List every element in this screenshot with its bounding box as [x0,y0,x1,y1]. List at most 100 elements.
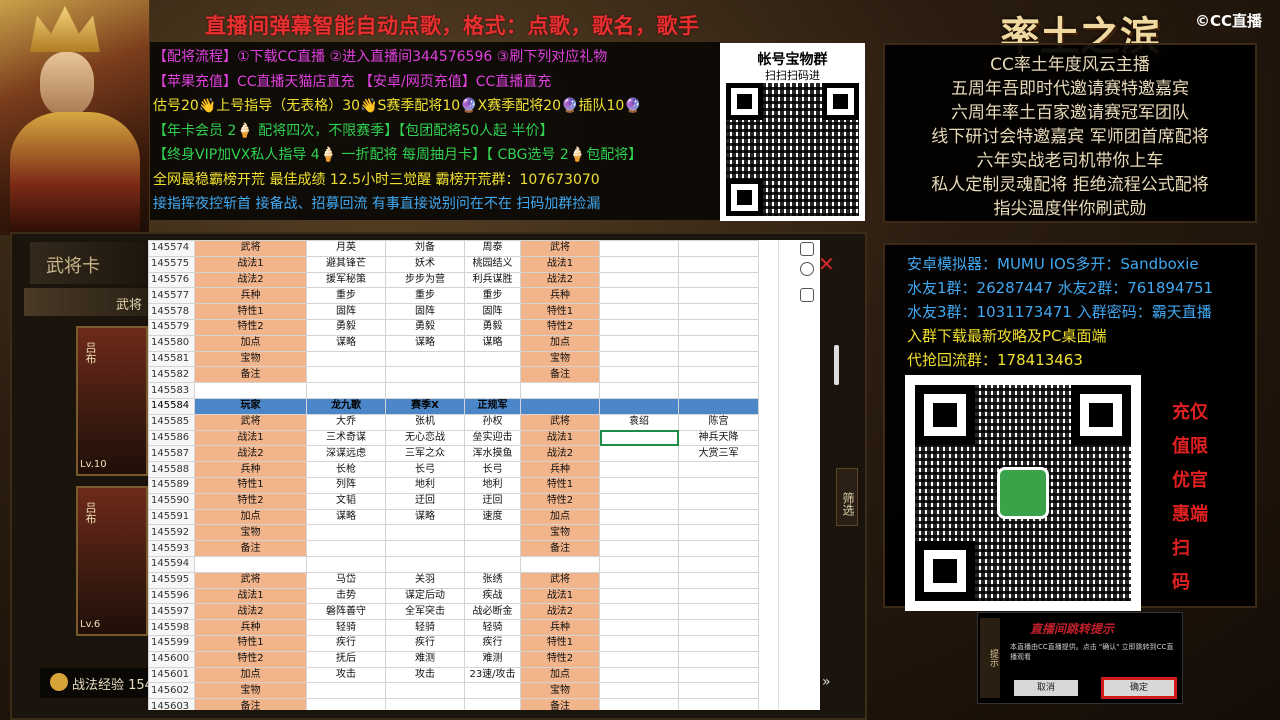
table-cell[interactable] [599,555,679,573]
table-cell[interactable] [520,397,600,415]
sheet-scrollbar[interactable] [778,240,794,710]
table-cell[interactable]: 周泰 [464,240,521,257]
table-cell[interactable]: 三军之众 [385,445,465,463]
table-cell[interactable] [678,334,759,352]
table-cell[interactable] [599,603,679,621]
table-cell[interactable] [599,571,679,589]
table-cell[interactable]: 刘备 [385,240,465,257]
table-cell[interactable]: 垒实迎击 [464,429,521,447]
general-card[interactable]: 吕布 Lv.6 [76,486,148,636]
table-cell[interactable] [678,571,759,589]
table-cell[interactable] [385,366,465,384]
table-cell[interactable]: 迂回 [385,492,465,510]
table-cell[interactable] [678,508,759,526]
table-cell[interactable]: 勇毅 [306,318,386,336]
more-arrow-icon[interactable]: » [822,674,831,690]
confirm-button[interactable]: 确定 [1101,677,1177,699]
table-cell[interactable] [599,303,679,320]
table-cell[interactable]: 难测 [464,650,521,668]
table-cell[interactable]: 加点 [520,334,600,352]
table-cell[interactable]: 重步 [464,287,521,305]
table-cell[interactable] [678,240,759,257]
table-cell[interactable]: 特性2 [520,318,600,336]
table-cell[interactable]: 战法2 [520,271,600,289]
table-cell[interactable]: 武将 [520,413,600,431]
table-cell[interactable] [678,666,759,684]
table-cell[interactable] [678,397,759,415]
table-cell[interactable] [599,397,679,415]
table-cell[interactable]: 战必断金 [464,603,521,621]
table-cell[interactable]: 特性2 [520,650,600,668]
table-cell[interactable] [599,698,679,710]
table-cell[interactable]: 文韬 [306,492,386,510]
table-cell[interactable]: 兵种 [520,619,600,636]
table-cell[interactable]: 宝物 [520,682,600,700]
table-cell[interactable]: 宝物 [194,682,307,700]
table-cell[interactable]: 特性1 [194,476,307,494]
table-cell[interactable] [678,619,759,636]
table-cell[interactable] [464,682,521,700]
table-cell[interactable] [678,492,759,510]
table-cell[interactable] [678,271,759,289]
table-cell[interactable]: 长弓 [385,461,465,478]
table-cell[interactable] [599,350,679,368]
table-cell[interactable]: 地利 [464,476,521,494]
table-cell[interactable] [599,476,679,494]
table-cell[interactable]: 攻击 [306,666,386,684]
table-cell[interactable]: 宝物 [194,350,307,368]
table-cell[interactable] [464,698,521,710]
table-cell[interactable] [678,318,759,336]
table-cell[interactable]: 加点 [194,666,307,684]
table-cell[interactable]: 特性2 [520,492,600,510]
table-cell[interactable] [385,382,465,399]
share-icon[interactable] [800,242,814,256]
table-cell[interactable] [599,650,679,668]
table-cell[interactable]: 谋略 [385,334,465,352]
table-cell[interactable]: 疾战 [464,587,521,605]
table-cell[interactable] [385,540,465,557]
table-cell[interactable] [385,698,465,710]
table-cell[interactable] [306,698,386,710]
table-cell[interactable] [520,382,600,399]
table-cell[interactable]: 谋略 [306,334,386,352]
table-cell[interactable]: 疾行 [385,634,465,652]
table-cell[interactable]: 地利 [385,476,465,494]
table-cell[interactable] [385,555,465,573]
table-cell[interactable]: 勇毅 [464,318,521,336]
table-cell[interactable]: 武将 [520,240,600,257]
table-cell[interactable]: 武将 [194,571,307,589]
table-cell[interactable]: 战法1 [194,429,307,447]
table-cell[interactable]: 备注 [194,366,307,384]
table-cell[interactable]: 武将 [194,240,307,257]
table-cell[interactable]: 战法1 [520,587,600,605]
table-cell[interactable] [306,366,386,384]
table-cell[interactable] [385,350,465,368]
table-cell[interactable]: 宝物 [520,524,600,542]
table-cell[interactable]: 张机 [385,413,465,431]
table-cell[interactable]: 正规军 [464,397,521,415]
table-cell[interactable]: 固阵 [385,303,465,320]
table-cell[interactable] [678,382,759,399]
table-cell[interactable]: 无心恋战 [385,429,465,447]
table-cell[interactable]: 战法1 [194,255,307,273]
table-cell[interactable]: 宝物 [194,524,307,542]
table-cell[interactable] [306,524,386,542]
table-cell[interactable] [599,461,679,478]
table-cell[interactable] [599,445,679,463]
table-cell[interactable]: 妖术 [385,255,465,273]
table-cell[interactable] [464,555,521,573]
table-cell[interactable] [599,255,679,273]
table-cell[interactable]: 战法2 [194,603,307,621]
table-cell[interactable] [678,682,759,700]
table-cell[interactable]: 难测 [385,650,465,668]
table-cell[interactable]: 孙权 [464,413,521,431]
table-cell[interactable] [678,255,759,273]
table-cell[interactable]: 轻骑 [464,619,521,636]
table-cell[interactable] [678,476,759,494]
table-cell[interactable]: 特性1 [194,634,307,652]
table-cell[interactable]: 兵种 [520,461,600,478]
table-cell[interactable]: 加点 [194,334,307,352]
table-cell[interactable] [599,287,679,305]
table-cell[interactable]: 马岱 [306,571,386,589]
table-cell[interactable]: 加点 [520,666,600,684]
